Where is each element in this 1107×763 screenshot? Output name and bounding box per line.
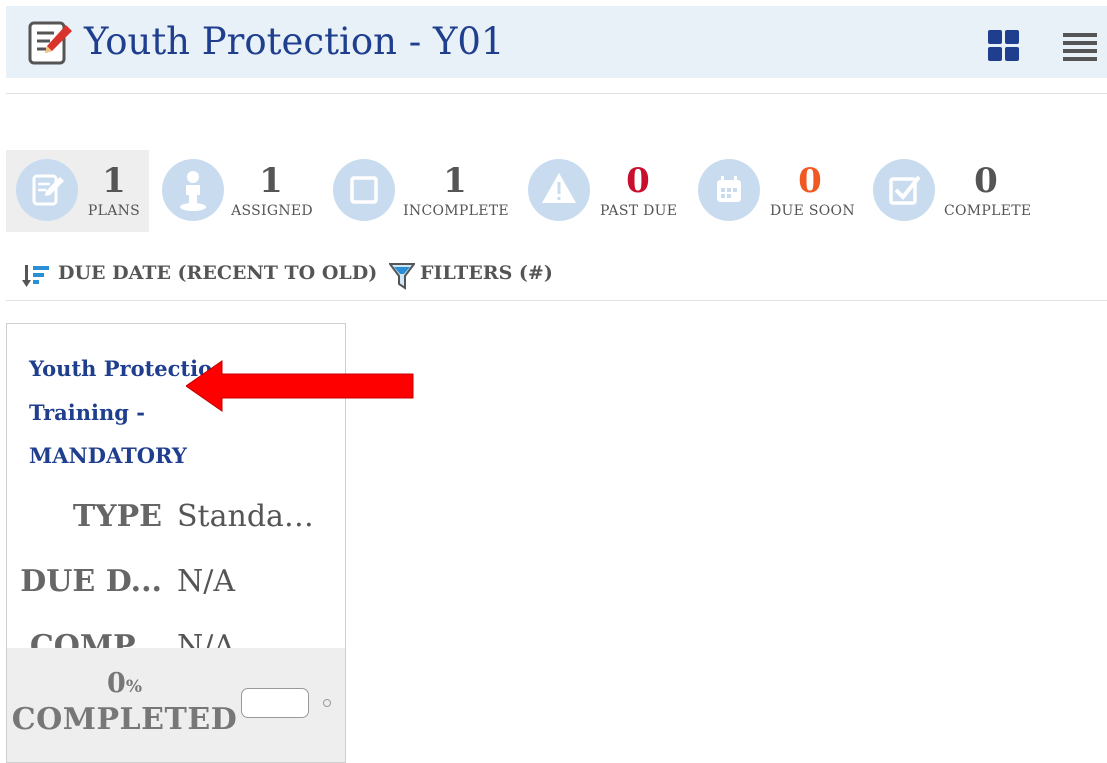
completed-label: COMPLETED — [11, 702, 238, 737]
person-icon — [162, 159, 224, 221]
stat-count: 1 — [102, 161, 126, 201]
due-date-label: DUE D... — [20, 564, 162, 599]
stat-due-soon[interactable]: 0 DUE SOON — [692, 150, 864, 232]
red-arrow-pointing-left — [186, 360, 414, 412]
stat-label: INCOMPLETE — [403, 203, 509, 219]
stat-count: 0 — [798, 161, 822, 201]
page-title: Youth Protection - Y01 — [84, 20, 505, 63]
header-divider — [6, 93, 1107, 94]
stat-label: DUE SOON — [770, 203, 855, 219]
square-icon — [333, 159, 395, 221]
due-date-value: N/A — [177, 564, 236, 599]
warning-icon — [528, 159, 590, 221]
info-dot-icon — [323, 699, 331, 707]
percent-unit: % — [125, 677, 142, 697]
stat-count: 0 — [974, 161, 998, 201]
stat-count: 1 — [259, 161, 283, 201]
stat-past-due[interactable]: 0 PAST DUE — [522, 150, 687, 232]
type-value: Standar... — [177, 499, 317, 534]
plan-title-line: MANDATORY — [29, 443, 187, 468]
edit-document-icon — [28, 21, 72, 65]
sort-button[interactable]: DUE DATE (RECENT TO OLD) — [58, 262, 377, 284]
stat-label: COMPLETE — [944, 203, 1032, 219]
percent-value: 0 — [107, 668, 126, 699]
type-label: TYPE — [72, 499, 162, 534]
stat-label: PAST DUE — [600, 203, 678, 219]
document-edit-icon — [16, 159, 78, 221]
card-footer: 0% COMPLETED — [7, 648, 345, 762]
hamburger-menu-icon[interactable] — [1063, 30, 1097, 64]
page-header: Youth Protection - Y01 — [6, 6, 1107, 78]
toolbar-divider — [6, 300, 1107, 301]
sort-descending-icon[interactable] — [22, 263, 50, 289]
stat-incomplete[interactable]: 1 INCOMPLETE — [325, 150, 515, 232]
stat-count: 1 — [443, 161, 467, 201]
stat-label: PLANS — [87, 203, 141, 219]
checkbox-checked-icon — [873, 159, 935, 221]
stat-count: 0 — [626, 161, 650, 201]
funnel-icon[interactable] — [389, 262, 415, 290]
grid-view-icon[interactable] — [988, 30, 1020, 62]
stat-assigned[interactable]: 1 ASSIGNED — [155, 150, 315, 232]
percent-completed: 0% — [7, 668, 242, 699]
filters-button[interactable]: FILTERS (#) — [420, 262, 553, 284]
stat-label: ASSIGNED — [231, 203, 313, 219]
stat-plans[interactable]: 1 PLANS — [6, 150, 149, 232]
select-checkbox[interactable] — [241, 688, 309, 718]
calendar-icon — [698, 159, 760, 221]
stat-complete[interactable]: 0 COMPLETE — [866, 150, 1046, 232]
